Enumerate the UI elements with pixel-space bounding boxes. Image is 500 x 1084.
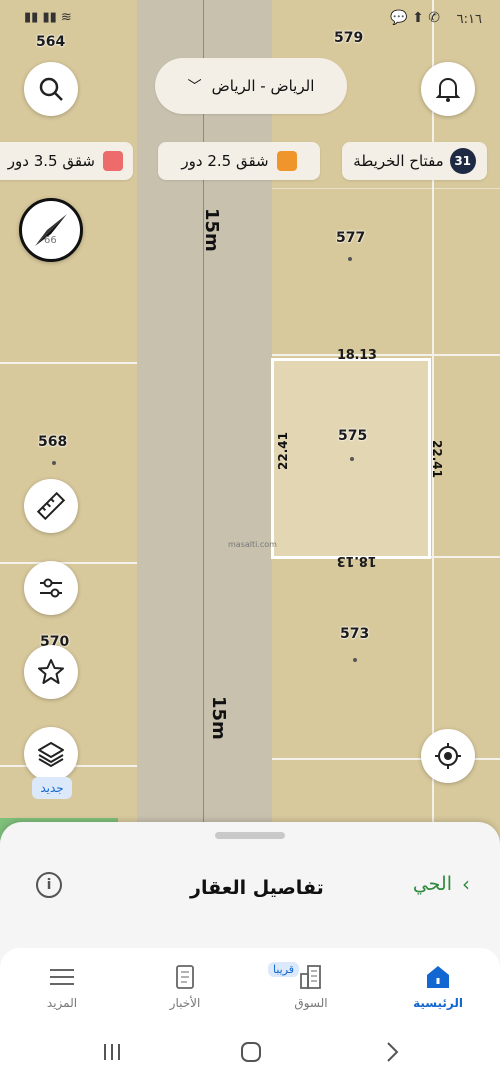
street-road [137,0,272,840]
recent-apps-icon[interactable] [100,1040,124,1064]
plot-boundary [272,188,500,189]
filter-button[interactable] [24,561,78,615]
bell-icon [435,78,461,102]
nav-home[interactable]: الرئيسية [393,956,483,1010]
home-system-icon[interactable] [239,1040,263,1064]
plot-boundary [272,354,500,356]
notification-icons: 💬 ⬆ ✆ [390,10,440,26]
plot-number: 564 [36,34,66,50]
nav-more-label: المزيد [46,996,78,1010]
notifications-button[interactable] [421,62,475,116]
plot-centroid [52,461,56,465]
map-key-count-badge: 31 [449,148,476,174]
plot-boundary [0,562,137,564]
legend-item-label: شقق 2.5 دور [181,152,269,170]
signal-icons: ▮▮ ▮▮ ≋ [24,10,72,25]
compass-button[interactable]: 66 [19,198,83,262]
compass-value: 66 [44,235,57,246]
bottom-nav: الرئيسية السوق قريبا الأخبار المزيد [0,948,500,1030]
plot-centroid [350,457,354,461]
neighborhood-link-label: الحي [412,873,452,895]
map-view[interactable]: 564 579 577 568 575 570 573 18.13 18.13 … [0,0,500,840]
sheet-title: تفاصيل العقار [190,877,324,899]
legend-swatch [276,151,297,171]
favorites-button[interactable] [24,645,78,699]
search-icon [39,77,63,101]
sheet-drag-handle[interactable] [215,832,285,839]
measure-button[interactable] [24,479,78,533]
my-location-button[interactable] [421,729,475,783]
nav-news-label: الأخبار [169,996,201,1010]
nav-market[interactable]: السوق قريبا [266,956,356,1010]
chevron-down-icon: ﹀ [187,79,202,95]
street-width-label: 15m [208,696,229,740]
map-key-button[interactable]: مفتاح الخريطة 31 [342,142,487,180]
home-icon [427,966,449,988]
nav-more[interactable]: المزيد [17,956,107,1010]
ruler-icon [36,491,66,521]
watermark: masalti.com [228,540,277,549]
back-icon[interactable] [380,1040,404,1064]
new-badge: جديد [32,777,72,799]
street-centerline [203,0,204,840]
news-icon [176,965,194,989]
coming-soon-badge: قريبا [268,962,300,977]
dimension-top: 18.13 [337,348,377,363]
plot-boundary [432,0,434,840]
nav-news[interactable]: الأخبار [140,956,230,1010]
layers-button[interactable] [24,727,78,781]
menu-icon [50,969,74,985]
street-width-label: 15m [201,208,222,252]
plot-number: 577 [336,230,366,246]
plot-number: 568 [38,434,68,450]
neighborhood-link[interactable]: الحي ‹ [413,872,470,896]
layers-icon [38,742,64,768]
status-time: ٦:١٦ [456,12,482,27]
nav-market-label: السوق [294,996,328,1010]
plot-boundary [0,362,137,364]
sliders-icon [40,578,62,598]
legend-item[interactable]: شقق 3.5 دور [0,142,133,180]
plot-centroid [348,257,352,261]
map-key-label: مفتاح الخريطة [353,152,444,170]
plot-number: 573 [340,626,370,642]
chevron-left-icon: ‹ [462,872,470,896]
dimension-bottom: 18.13 [337,553,377,568]
search-button[interactable] [24,62,78,116]
crosshair-icon [435,743,461,769]
legend-item[interactable]: شقق 2.5 دور [158,142,320,180]
legend-swatch [103,151,123,171]
plot-centroid [353,658,357,662]
buildings-icon [300,965,321,989]
legend-item-label: شقق 3.5 دور [7,152,95,170]
status-bar: ٦:١٦ 💬 ⬆ ✆ ▮▮ ▮▮ ≋ [0,0,500,34]
plot-number: 575 [338,428,368,444]
system-nav-bar [0,1030,500,1084]
city-selector-label: الرياض - الرياض [211,77,315,95]
dimension-left: 22.41 [275,432,290,470]
info-icon[interactable]: i [36,872,62,898]
star-icon [38,659,64,684]
nav-home-label: الرئيسية [413,996,463,1010]
dimension-right: 22.41 [429,440,444,478]
city-selector[interactable]: ﹀ الرياض - الرياض [155,58,347,114]
